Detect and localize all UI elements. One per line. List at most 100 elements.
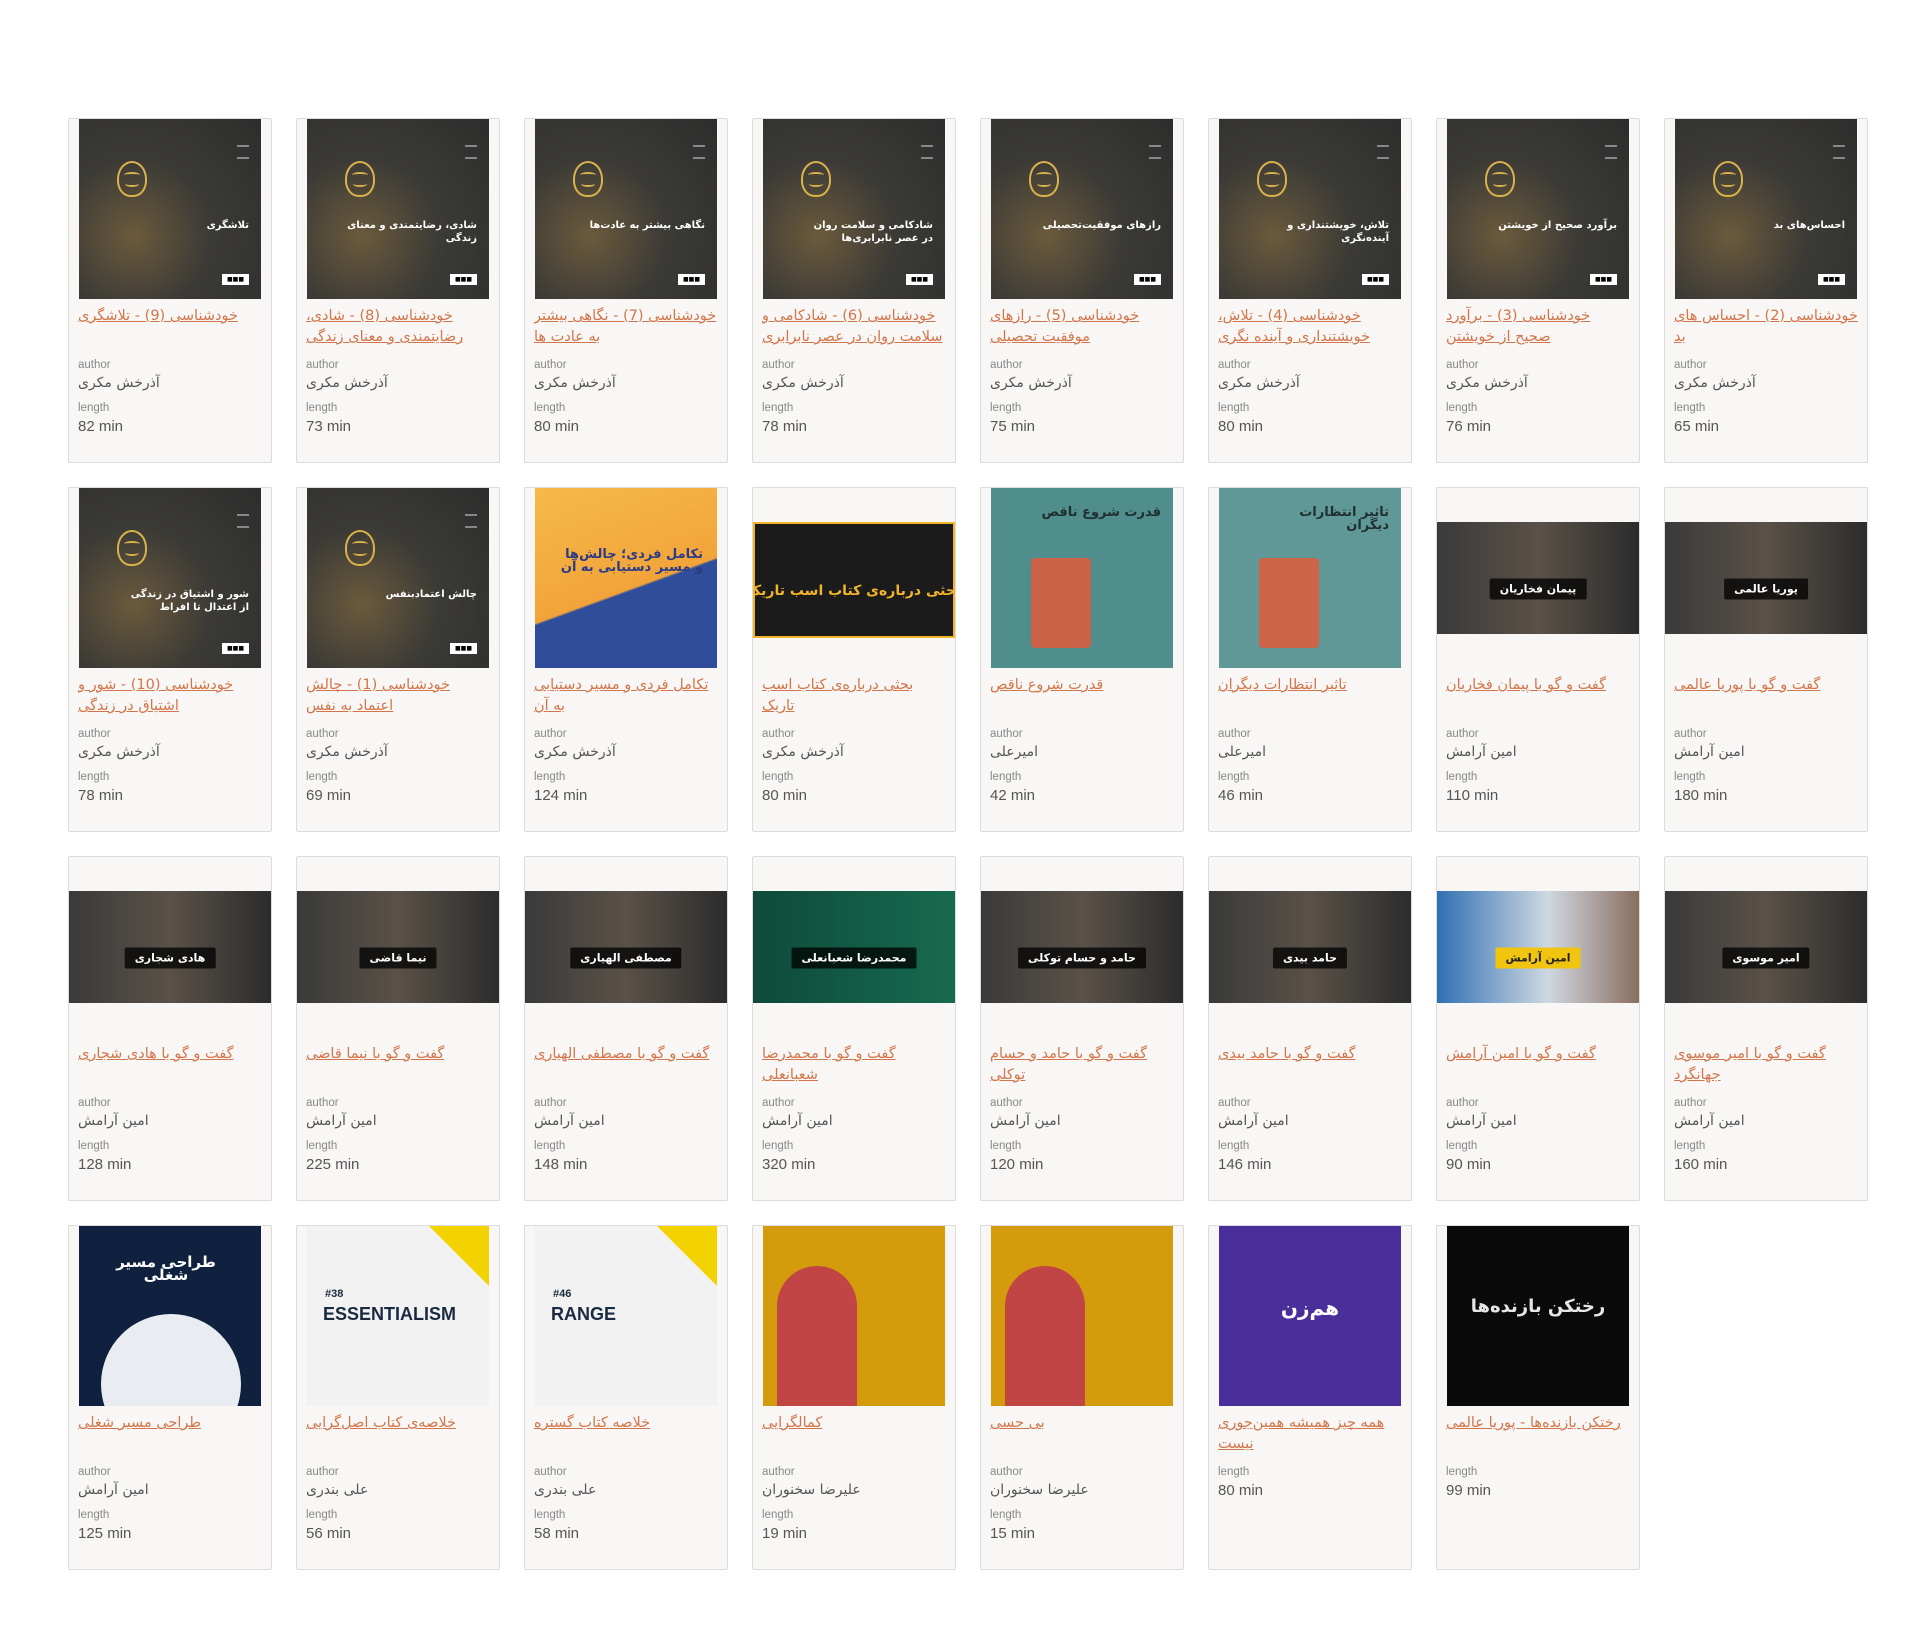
- card-title-link[interactable]: بی حسی: [990, 1413, 1174, 1455]
- cover-image[interactable]: چالش اعتمادبنفس ■■■: [307, 488, 489, 668]
- card-title-link[interactable]: رختکن بازنده‌ها - پوریا عالمی: [1446, 1413, 1630, 1455]
- author-label: author: [306, 1466, 339, 1478]
- length-value: 124 min: [534, 787, 588, 804]
- cover-image[interactable]: مصطفی الهیاری: [525, 857, 727, 1037]
- cover-image[interactable]: حامد و حسام توکلی: [981, 857, 1183, 1037]
- card-title-link[interactable]: خلاصه کتاب گستره: [534, 1413, 718, 1455]
- cover-image[interactable]: هم‌زن: [1219, 1226, 1401, 1406]
- video-frame: پیمان فخاریان: [1437, 522, 1639, 634]
- card-title-link[interactable]: خودشناسی (1) - چالش اعتماد به نفس: [306, 675, 490, 717]
- cover-image[interactable]: تاثیر انتظارات دیگران: [1219, 488, 1401, 668]
- card-title-link[interactable]: خودشناسی (10) - شور و اشتیاق در زندگی: [78, 675, 262, 717]
- card-title-link[interactable]: خودشناسی (3) - برآورد صحیح از خویشتن: [1446, 306, 1630, 348]
- cover-image[interactable]: امیر موسوی: [1665, 857, 1867, 1037]
- cover-image[interactable]: تلاشگری ■■■: [79, 119, 261, 299]
- cover-image[interactable]: رازهای موفقیت‌تحصیلی ■■■: [991, 119, 1173, 299]
- cover-image[interactable]: تکامل فردی؛ چالش‌ها و مسیر دستیابی به آن: [535, 488, 717, 668]
- card-title-link[interactable]: قدرت شروع ناقص: [990, 675, 1174, 717]
- cover-image[interactable]: #46 RANGE: [535, 1226, 717, 1406]
- author-label: author: [78, 1466, 111, 1478]
- card-title-link[interactable]: خودشناسی (2) - احساس های بد: [1674, 306, 1858, 348]
- length-label: length: [534, 771, 566, 783]
- cover-image[interactable]: محمدرضا شعبانعلی: [753, 857, 955, 1037]
- card-title-link[interactable]: گفت و گو با پیمان فخاریان: [1446, 675, 1630, 717]
- video-frame: بحثی درباره‌ی کتاب اسب تاریک: [753, 522, 955, 638]
- card-title-link[interactable]: گفت و گو با امیر موسوی جهانگرد: [1674, 1044, 1858, 1086]
- author-value: آذرخش مکری: [990, 375, 1072, 391]
- cover-badge: ■■■: [449, 643, 477, 654]
- card-title-link[interactable]: خودشناسی (9) - تلاشگری: [78, 306, 262, 348]
- card-title-link[interactable]: گفت و گو با محمدرضا شعبانعلی: [762, 1044, 946, 1086]
- card-title-link[interactable]: خودشناسی (5) - رازهای موفقیت تحصیلی: [990, 306, 1174, 348]
- card-title-link[interactable]: گفت و گو با مصطفی الهیاری: [534, 1044, 718, 1086]
- cover-image[interactable]: [763, 1226, 945, 1406]
- podcast-card: امیر موسوی گفت و گو با امیر موسوی جهانگرد…: [1664, 856, 1868, 1201]
- cover-caption: محمدرضا شعبانعلی: [791, 947, 917, 969]
- card-title-link[interactable]: گفت و گو با پوریا عالمی: [1674, 675, 1858, 717]
- cover-image[interactable]: [991, 1226, 1173, 1406]
- length-value: 128 min: [78, 1156, 132, 1173]
- cover-image[interactable]: رختکن بازنده‌ها: [1447, 1226, 1629, 1406]
- length-value: 125 min: [78, 1525, 132, 1542]
- cover-image[interactable]: برآورد صحیح از خویشتن ■■■: [1447, 119, 1629, 299]
- card-title-link[interactable]: گفت و گو با امین آرامش: [1446, 1044, 1630, 1086]
- card-title-link[interactable]: خودشناسی (4) - تلاش، خویشتنداری و آینده …: [1218, 306, 1402, 348]
- card-title-link[interactable]: گفت و گو با حامد و حسام توکلی: [990, 1044, 1174, 1086]
- cover-image[interactable]: شور و اشتیاق در زندگی از اعتدال تا افراط…: [79, 488, 261, 668]
- cover-image[interactable]: حامد بیدی: [1209, 857, 1411, 1037]
- cover-badge: ■■■: [221, 643, 249, 654]
- cover-image[interactable]: نگاهی بیشتر به عادت‌ها ■■■: [535, 119, 717, 299]
- cover-image[interactable]: هادی شجاری: [69, 857, 271, 1037]
- card-title-link[interactable]: کمالگرایی: [762, 1413, 946, 1455]
- card-title-link[interactable]: تاثیر انتظارات دیگران: [1218, 675, 1402, 717]
- author-value: آذرخش مکری: [762, 375, 844, 391]
- card-title-link[interactable]: گفت و گو با نیما قاضی: [306, 1044, 490, 1086]
- podcast-card: چالش اعتمادبنفس ■■■ خودشناسی (1) - چالش اع…: [296, 487, 500, 832]
- cover-image[interactable]: پوریا عالمی: [1665, 488, 1867, 668]
- length-value: 78 min: [762, 418, 808, 435]
- card-title-link[interactable]: گفت و گو با هادی شجاری: [78, 1044, 262, 1086]
- card-title-link[interactable]: خودشناسی (7) - نگاهی بیشتر به عادت ها: [534, 306, 718, 348]
- author-value: آذرخش مکری: [78, 375, 160, 391]
- card-title-link[interactable]: خلاصه‌ی کتاب اصل‌گرایی: [306, 1413, 490, 1455]
- length-label: length: [1446, 771, 1478, 783]
- card-title-link[interactable]: بحثی درباره‌ی کتاب اسب تاریک: [762, 675, 946, 717]
- length-label: length: [1446, 1466, 1478, 1478]
- length-label: length: [990, 771, 1022, 783]
- cover-image[interactable]: شادی، رضایتمندی و معنای زندگی ■■■: [307, 119, 489, 299]
- cover-image[interactable]: امین آرامش: [1437, 857, 1639, 1037]
- cover-title: رختکن بازنده‌ها: [1470, 1296, 1606, 1317]
- card-title-link[interactable]: خودشناسی (8) - شادی، رضایتمندی و معنای ز…: [306, 306, 490, 348]
- cover-image[interactable]: نیما قاضی: [297, 857, 499, 1037]
- author-label: author: [534, 359, 567, 371]
- card-info: طراحی مسیر شغلی author امین آرامش length 125…: [69, 1406, 271, 1542]
- cover-image[interactable]: طراحی مسیر شغلی: [79, 1226, 261, 1406]
- cover-image[interactable]: احساس‌های بد ■■■: [1675, 119, 1857, 299]
- author-value: امیرعلی: [990, 744, 1038, 760]
- card-title-link[interactable]: خودشناسی (6) - شادکامی و سلامت روان در ع…: [762, 306, 946, 348]
- length-label: length: [1218, 771, 1250, 783]
- card-info: گفت و گو با پوریا عالمی author امین آرامش l…: [1665, 668, 1867, 804]
- author-label: author: [990, 728, 1023, 740]
- author-value: آذرخش مکری: [306, 375, 388, 391]
- cover-title: نگاهی بیشتر به عادت‌ها: [589, 220, 705, 231]
- person-photo: [777, 1266, 857, 1406]
- cover-image[interactable]: #38 ESSENTIALISM: [307, 1226, 489, 1406]
- card-title-link[interactable]: طراحی مسیر شغلی: [78, 1413, 262, 1455]
- cover-image[interactable]: قدرت شروع ناقص: [991, 488, 1173, 668]
- card-title-link[interactable]: گفت و گو با حامد بیدی: [1218, 1044, 1402, 1086]
- length-value: 78 min: [78, 787, 124, 804]
- cover-image[interactable]: شادکامی و سلامت روان در عصر نابرابری‌ها ■…: [763, 119, 945, 299]
- cover-caption: حامد بیدی: [1272, 947, 1348, 969]
- length-label: length: [1674, 771, 1706, 783]
- cover-image[interactable]: پیمان فخاریان: [1437, 488, 1639, 668]
- podcast-card: تکامل فردی؛ چالش‌ها و مسیر دستیابی به آن…: [524, 487, 728, 832]
- card-title-link[interactable]: همه چیز همیشه همین‌جوری نیست: [1218, 1413, 1402, 1455]
- length-value: 80 min: [1218, 418, 1264, 435]
- card-title-link[interactable]: تکامل فردی و مسیر دستیابی به آن: [534, 675, 718, 717]
- length-value: 80 min: [1218, 1482, 1264, 1499]
- video-frame: نیما قاضی: [297, 891, 499, 1003]
- author-label: author: [1446, 359, 1479, 371]
- cover-image[interactable]: بحثی درباره‌ی کتاب اسب تاریک: [753, 488, 955, 668]
- cover-image[interactable]: تلاش، خویشتنداری و آینده‌نگری ■■■: [1219, 119, 1401, 299]
